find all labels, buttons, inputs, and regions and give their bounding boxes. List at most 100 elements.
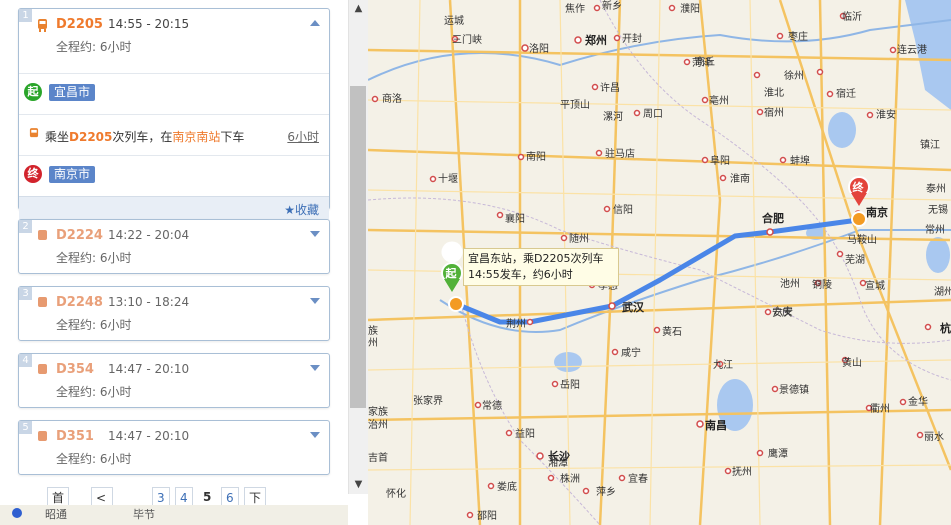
svg-text:常德: 常德 [482,399,502,412]
svg-text:咸宁: 咸宁 [621,346,641,359]
end-step: 终 南京市 [19,155,329,196]
start-icon: 起 [24,83,42,101]
svg-text:治州: 治州 [368,418,388,431]
favorite-button[interactable]: ★收藏 [284,201,319,218]
expand-arrow-icon[interactable] [310,365,320,371]
train-time: 13:10 - 18:24 [108,295,190,309]
svg-text:邵阳: 邵阳 [477,510,497,522]
collapse-arrow-icon[interactable] [310,20,320,26]
scroll-down-arrow-icon[interactable]: ▼ [349,476,368,494]
route-header[interactable]: D351 14:47 - 20:10 全程约: 6小时 [19,421,329,474]
svg-text:荆州: 荆州 [506,317,526,330]
svg-text:吉首: 吉首 [368,451,388,464]
route-card-2[interactable]: 2 D2224 14:22 - 20:04 全程约: 6小时 [18,219,330,274]
expand-arrow-icon[interactable] [310,432,320,438]
svg-text:淮南: 淮南 [730,172,750,185]
svg-text:安庆: 安庆 [772,306,792,319]
svg-text:郑州: 郑州 [585,33,607,47]
route-card-4[interactable]: 4 D354 14:47 - 20:10 全程约: 6小时 [18,353,330,408]
scroll-thumb[interactable] [350,86,366,408]
svg-text:南京: 南京 [866,205,888,219]
svg-text:襄阳: 襄阳 [505,212,525,225]
train-code: D2205 [56,17,103,32]
train-code: D351 [56,429,94,444]
scroll-up-arrow-icon[interactable]: ▲ [349,0,368,18]
train-icon [29,128,39,138]
svg-text:常州: 常州 [925,223,945,236]
train-time: 14:47 - 20:10 [108,429,190,443]
svg-text:终: 终 [853,180,865,194]
svg-text:宿迁: 宿迁 [836,87,856,100]
svg-text:武汉: 武汉 [622,300,645,314]
svg-text:池州: 池州 [780,277,800,290]
svg-text:亳州: 亳州 [709,94,729,107]
svg-text:周口: 周口 [643,108,663,120]
svg-text:鹰潭: 鹰潭 [768,447,788,460]
svg-text:枣庄: 枣庄 [788,30,808,43]
svg-text:黄石: 黄石 [662,325,682,338]
train-time: 14:47 - 20:10 [108,362,190,376]
svg-text:十堰: 十堰 [438,172,458,185]
svg-text:漯河: 漯河 [603,111,623,123]
route-footer: ★收藏 [19,196,329,219]
train-time: 14:22 - 20:04 [108,228,190,242]
svg-text:株洲: 株洲 [560,472,580,485]
svg-text:焦作: 焦作 [565,2,585,15]
svg-text:张家界: 张家界 [413,394,443,407]
svg-text:徐州: 徐州 [784,69,804,82]
svg-text:开封: 开封 [622,32,642,45]
train-icon [38,297,47,307]
baidu-paw-icon [12,508,22,518]
route-card-5[interactable]: 5 D351 14:47 - 20:10 全程约: 6小时 [18,420,330,475]
svg-text:濮阳: 濮阳 [680,2,700,15]
route-header[interactable]: D2205 14:55 - 20:15 全程约: 6小时 [19,9,329,73]
svg-text:铜陵: 铜陵 [812,279,832,291]
svg-text:萍乡: 萍乡 [596,486,616,498]
panel-scrollbar[interactable]: ▲ ▼ [348,0,368,494]
map-view[interactable]: 运城 三门峡 商洛 洛阳 焦作 郑州 新乡 开封 濮阳 菏泽 枣庄 临沂 连云港 徐州 商丘 宿迁 淮北 蚌埠… [368,0,951,525]
svg-text:镇江: 镇江 [920,138,940,151]
svg-text:杭州: 杭州 [940,321,951,335]
svg-text:随州: 随州 [569,232,589,245]
station-info-popup: 宜昌东站，乘D2205次列车 14:55发车，约6小时 [463,248,619,286]
ride-duration-link[interactable]: 6小时 [287,128,319,145]
end-place[interactable]: 南京市 [49,166,96,183]
svg-text:商丘: 商丘 [695,55,715,68]
expand-arrow-icon[interactable] [310,231,320,237]
total-duration: 全程约: 6小时 [56,318,132,332]
start-place[interactable]: 宜昌市 [49,84,96,101]
route-header[interactable]: D2248 13:10 - 18:24 全程约: 6小时 [19,287,329,340]
total-duration: 全程约: 6小时 [56,251,132,265]
total-duration: 全程约: 6小时 [56,385,132,399]
svg-text:洛阳: 洛阳 [529,42,549,55]
train-code: D2248 [56,295,103,310]
svg-text:宜春: 宜春 [628,472,648,485]
results-panel: 1 D2205 14:55 - 20:15 全程约: 6小时 起 宜昌市 乘坐D… [0,0,348,525]
svg-text:泰州: 泰州 [926,182,946,195]
route-card-3[interactable]: 3 D2248 13:10 - 18:24 全程约: 6小时 [18,286,330,341]
train-icon [38,19,47,32]
route-header[interactable]: D354 14:47 - 20:10 全程约: 6小时 [19,354,329,407]
svg-text:南昌: 南昌 [705,418,727,432]
svg-text:马鞍山: 马鞍山 [847,233,877,246]
route-card-1[interactable]: 1 D2205 14:55 - 20:15 全程约: 6小时 起 宜昌市 乘坐D… [18,8,330,219]
total-duration: 全程约: 6小时 [56,40,132,54]
svg-text:景德镇: 景德镇 [779,383,809,396]
city-label: 毕节 [133,508,155,521]
svg-text:衢州: 衢州 [870,403,890,415]
map-canvas[interactable]: 运城三门峡商洛洛阳焦作郑州 新乡开封濮阳菏泽枣庄临沂连云港 徐州商丘宿迁淮北蚌埠… [368,0,951,525]
route-header[interactable]: D2224 14:22 - 20:04 全程约: 6小时 [19,220,329,273]
svg-text:淮安: 淮安 [876,108,896,121]
svg-text:阜阳: 阜阳 [710,154,730,167]
expand-arrow-icon[interactable] [310,298,320,304]
map-strip: 昭通 毕节 [0,505,348,525]
svg-text:起: 起 [445,266,458,280]
svg-text:金华: 金华 [908,395,928,408]
ride-description: 乘坐D2205次列车，在南京南站下车 [45,130,245,144]
svg-text:湖州: 湖州 [934,286,951,298]
svg-text:驻马店: 驻马店 [605,147,635,160]
svg-text:连云港: 连云港 [897,43,927,56]
svg-text:抚州: 抚州 [732,466,752,478]
svg-text:岳阳: 岳阳 [560,379,580,391]
train-icon [38,431,47,441]
